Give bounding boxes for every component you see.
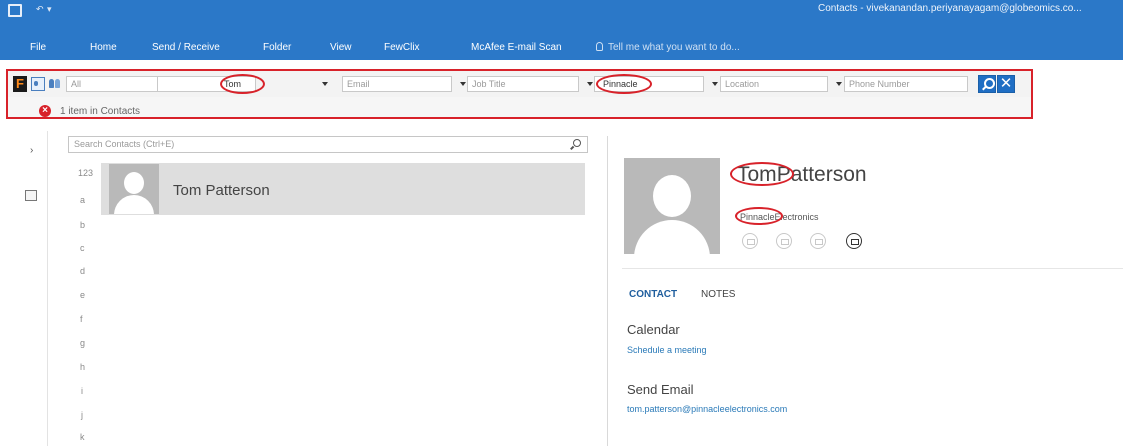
chevron-down-icon	[460, 82, 466, 86]
index-letter[interactable]: e	[80, 290, 85, 300]
send-email-heading: Send Email	[627, 382, 694, 397]
search-contacts-input[interactable]: Search Contacts (Ctrl+E)	[68, 136, 588, 153]
tab-contact[interactable]: CONTACT	[629, 289, 677, 300]
index-letter[interactable]: j	[81, 410, 83, 420]
tab-home[interactable]: Home	[90, 42, 117, 53]
divider	[622, 268, 1123, 269]
search-contacts-placeholder: Search Contacts (Ctrl+E)	[74, 139, 175, 149]
tab-folder[interactable]: Folder	[263, 42, 291, 53]
chevron-down-icon	[712, 82, 718, 86]
index-letter[interactable]: 123	[78, 168, 93, 178]
im-icon[interactable]	[742, 233, 758, 249]
tell-me-label: Tell me what you want to do...	[608, 42, 740, 53]
location-placeholder: Location	[725, 79, 760, 89]
close-icon: ✕	[999, 75, 1013, 92]
fewclix-search-toolbar: F All Tom Email Job Title Pinnacle Locat…	[6, 69, 1033, 119]
tab-notes[interactable]: NOTES	[701, 289, 735, 300]
email-dropdown[interactable]	[452, 76, 466, 92]
chevron-down-icon	[836, 82, 842, 86]
scope-select[interactable]: All	[66, 76, 158, 92]
avatar	[109, 164, 159, 214]
jobtitle-dropdown[interactable]	[579, 76, 593, 92]
undo-icon[interactable]: ↶	[36, 4, 44, 18]
expand-chevron-icon[interactable]: ›	[30, 145, 33, 156]
search-button[interactable]	[978, 75, 996, 93]
first-name-highlight-circle	[730, 162, 794, 186]
tab-mcafee[interactable]: McAfee E-mail Scan	[471, 42, 562, 53]
jobtitle-field[interactable]: Job Title	[467, 76, 579, 92]
fewclix-filter-row: F All Tom Email Job Title Pinnacle Locat…	[8, 71, 1031, 97]
clear-button[interactable]: ✕	[997, 75, 1015, 93]
index-letter[interactable]: k	[80, 432, 85, 442]
tab-view[interactable]: View	[330, 42, 352, 53]
company-highlight-circle	[735, 207, 783, 225]
email-link[interactable]: tom.patterson@pinnacleelectronics.com	[627, 404, 787, 414]
calendar-heading: Calendar	[627, 322, 680, 337]
tab-send-receive[interactable]: Send / Receive	[152, 42, 220, 53]
email-placeholder: Email	[347, 79, 370, 89]
fewclix-logo-icon[interactable]: F	[13, 76, 27, 92]
outlook-icon	[8, 4, 22, 17]
phone-icon[interactable]	[776, 233, 792, 249]
phone-field[interactable]: Phone Number	[844, 76, 968, 92]
pane-divider[interactable]	[607, 136, 608, 446]
tab-file[interactable]: File	[30, 42, 46, 53]
people-icon[interactable]	[48, 77, 62, 91]
tab-fewclix[interactable]: FewClix	[384, 42, 420, 53]
tell-me-box[interactable]: Tell me what you want to do...	[596, 42, 740, 53]
location-dropdown[interactable]	[828, 76, 842, 92]
chevron-down-icon	[322, 82, 328, 86]
contact-name: Tom Patterson	[173, 182, 270, 199]
location-field[interactable]: Location	[720, 76, 828, 92]
contacts-folder-icon[interactable]	[25, 190, 37, 201]
name-dropdown[interactable]	[256, 76, 328, 92]
ribbon-tabs: File Home Send / Receive Folder View Few…	[0, 38, 1123, 60]
result-count: 1 item in Contacts	[60, 106, 141, 117]
scope-value: All	[71, 79, 82, 89]
index-letter[interactable]: i	[81, 386, 83, 396]
lightbulb-icon	[596, 42, 603, 51]
company-highlight-circle	[596, 74, 652, 94]
contact-photo[interactable]	[624, 158, 720, 254]
email-field[interactable]: Email	[342, 76, 452, 92]
index-letter[interactable]: a	[80, 195, 85, 205]
folder-strip: ›	[0, 131, 48, 446]
video-icon[interactable]	[810, 233, 826, 249]
search-icon[interactable]	[573, 139, 581, 147]
company-dropdown[interactable]	[704, 76, 718, 92]
result-count-row: × 1 item in Contacts	[8, 99, 1031, 119]
index-letter[interactable]: h	[80, 362, 85, 372]
index-letter[interactable]: c	[80, 243, 85, 253]
schedule-meeting-link[interactable]: Schedule a meeting	[627, 345, 707, 355]
index-letter[interactable]: g	[80, 338, 85, 348]
jobtitle-placeholder: Job Title	[472, 79, 506, 89]
chevron-down-icon	[587, 82, 593, 86]
email-icon[interactable]	[846, 233, 862, 249]
phone-placeholder: Phone Number	[849, 79, 910, 89]
index-letter[interactable]: b	[80, 220, 85, 230]
contact-card-icon[interactable]	[31, 77, 45, 91]
window-title: Contacts - vivekanandan.periyanayagam@gl…	[818, 3, 1082, 14]
quick-access-dropdown-icon[interactable]: ▾	[47, 4, 52, 18]
index-letter[interactable]: d	[80, 266, 85, 276]
index-letter[interactable]: f	[80, 314, 83, 324]
title-bar: ↶ ▾ Contacts - vivekanandan.periyanayaga…	[0, 0, 1123, 38]
contact-card[interactable]: Tom Patterson	[101, 163, 585, 215]
close-results-icon[interactable]: ×	[39, 105, 51, 117]
